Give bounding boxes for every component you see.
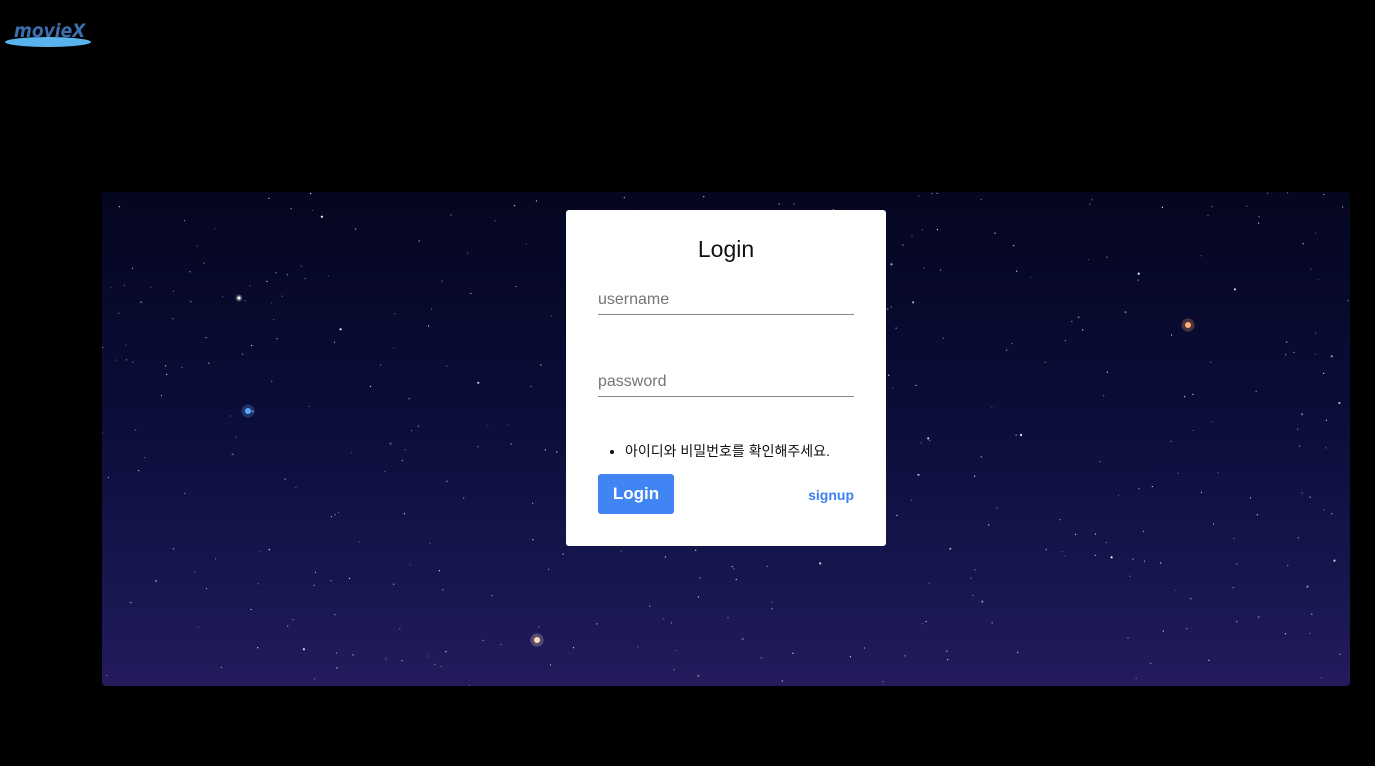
login-card: Login 아이디와 비밀번호를 확인해주세요. Login signup xyxy=(566,210,886,546)
movieX-logo[interactable]: movieX xyxy=(4,20,92,50)
error-message: 아이디와 비밀번호를 확인해주세요. xyxy=(625,442,830,460)
username-input[interactable] xyxy=(598,286,854,315)
login-button[interactable]: Login xyxy=(598,474,674,514)
logo-text: movieX xyxy=(14,20,86,42)
login-title: Login xyxy=(697,236,755,262)
signup-link[interactable]: signup xyxy=(808,487,854,503)
password-input[interactable] xyxy=(598,368,854,397)
error-list: 아이디와 비밀번호를 확인해주세요. xyxy=(598,442,830,460)
